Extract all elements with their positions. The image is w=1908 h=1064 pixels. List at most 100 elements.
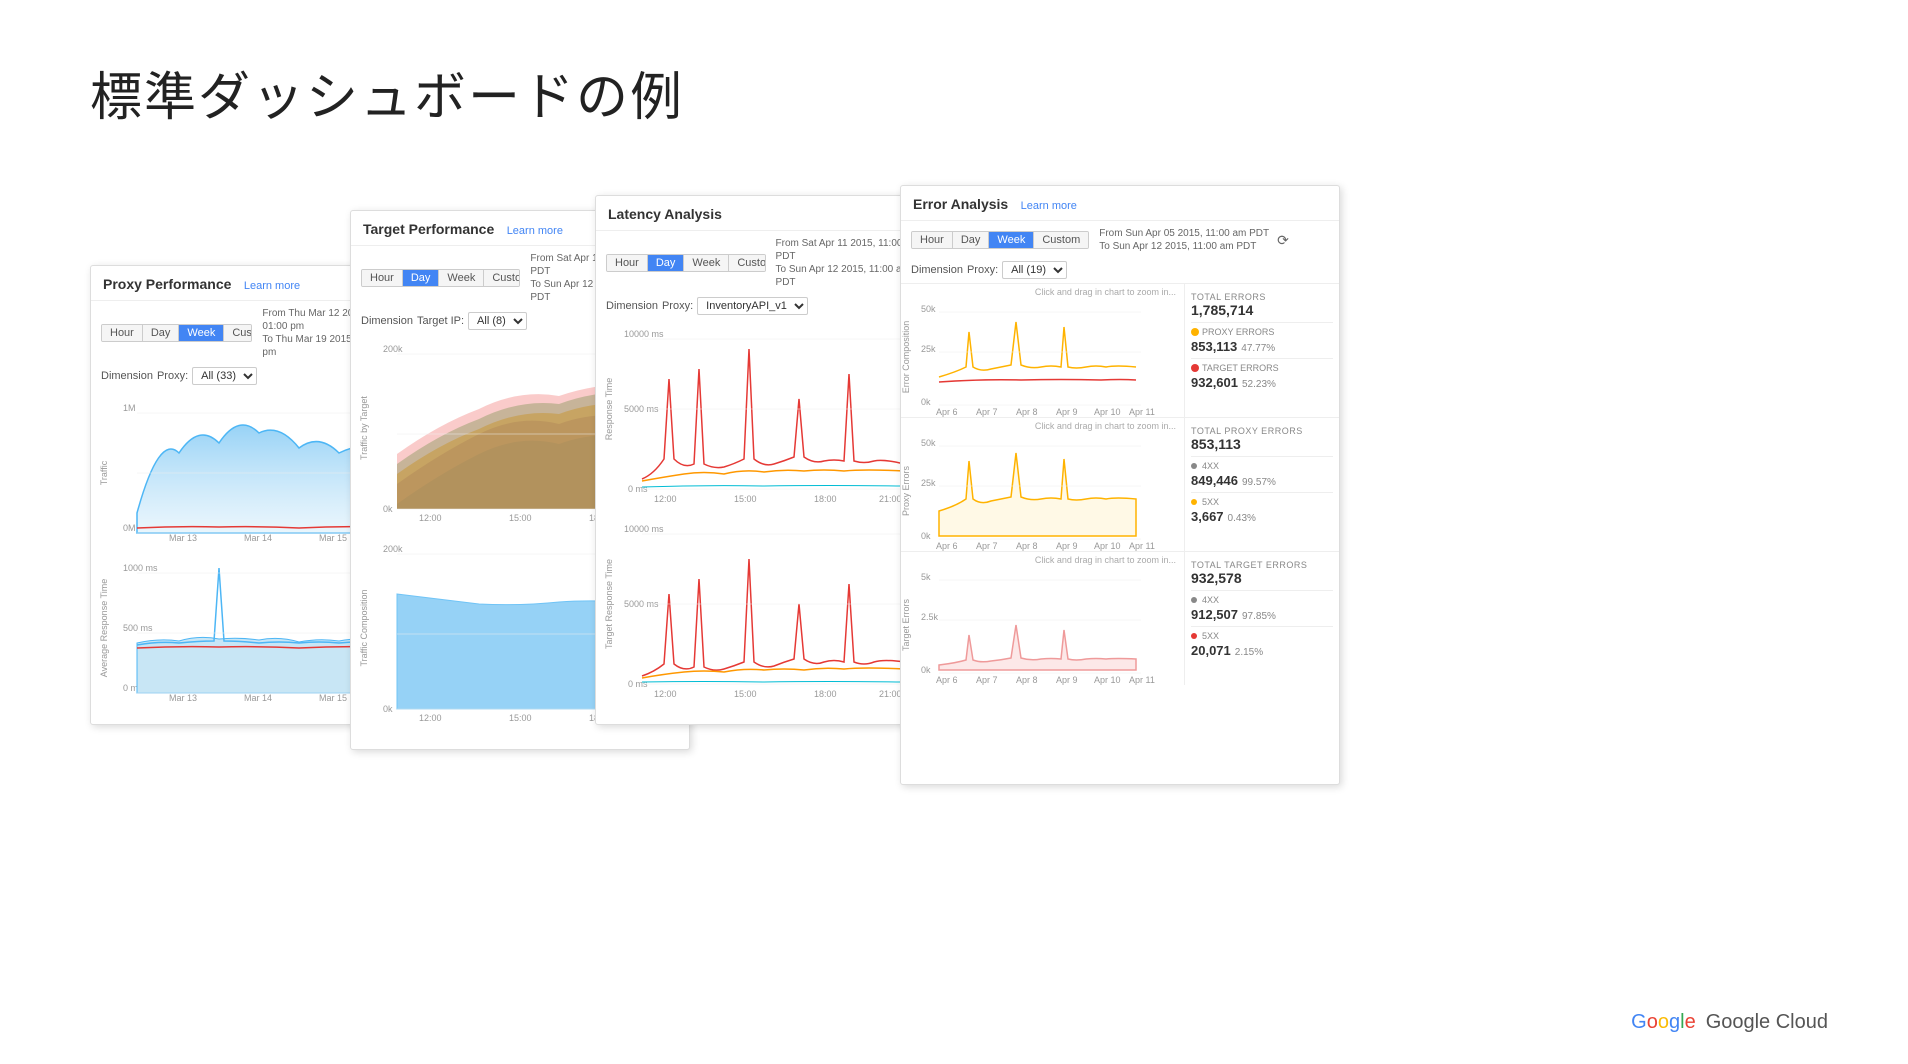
proxy-4xx-label: 4XX xyxy=(1202,461,1219,471)
svg-text:0k: 0k xyxy=(921,531,931,541)
target-errors-value: 932,601 xyxy=(1191,375,1238,390)
svg-text:Traffic Composition: Traffic Composition xyxy=(359,589,369,666)
proxy-errors-dot xyxy=(1191,328,1199,336)
svg-text:200k: 200k xyxy=(383,344,403,354)
page-title: 標準ダッシュボードの例 xyxy=(90,55,684,130)
svg-text:15:00: 15:00 xyxy=(509,513,532,522)
svg-text:Apr 8: Apr 8 xyxy=(1016,407,1038,417)
svg-text:Apr 6: Apr 6 xyxy=(936,541,958,551)
error-tab-day[interactable]: Day xyxy=(953,232,990,248)
svg-text:Apr 10: Apr 10 xyxy=(1094,541,1121,551)
error-refresh-icon[interactable]: ⟳ xyxy=(1277,232,1289,249)
error-dimension-select[interactable]: All (19) xyxy=(1002,261,1067,279)
error-composition-chart-area: Click and drag in chart to zoom in... Er… xyxy=(901,284,1184,417)
svg-text:21:00: 21:00 xyxy=(879,689,902,699)
target-tab-custom[interactable]: Custom xyxy=(484,270,520,286)
proxy-4xx-value: 849,446 xyxy=(1191,473,1238,488)
svg-text:0k: 0k xyxy=(383,704,393,714)
total-errors-label: TOTAL ERRORS xyxy=(1191,292,1333,302)
svg-text:Mar 14: Mar 14 xyxy=(244,693,272,703)
total-proxy-errors-value: 853,113 xyxy=(1191,436,1333,452)
svg-text:50k: 50k xyxy=(921,438,936,448)
target-tab-day[interactable]: Day xyxy=(403,270,440,286)
target-4xx-value: 912,507 xyxy=(1191,607,1238,622)
proxy-time-tabs: Hour Day Week Custom xyxy=(101,324,252,342)
target-errors-stats: TOTAL TARGET ERRORS 932,578 4XX 912,507 … xyxy=(1184,552,1339,685)
latency-time-tabs: Hour Day Week Custom xyxy=(606,254,766,272)
error-tab-custom[interactable]: Custom xyxy=(1034,232,1088,248)
error-tab-week[interactable]: Week xyxy=(989,232,1034,248)
proxy-dimension-select[interactable]: All (33) xyxy=(192,367,257,385)
svg-text:15:00: 15:00 xyxy=(509,713,532,722)
total-target-errors-label: TOTAL TARGET ERRORS xyxy=(1191,560,1333,570)
proxy-dimension-label: Dimension xyxy=(101,370,153,382)
proxy-5xx-label: 5XX xyxy=(1202,497,1219,507)
svg-text:Apr 9: Apr 9 xyxy=(1056,407,1078,417)
target-5xx-pct: 2.15% xyxy=(1235,647,1263,658)
target-4xx-pct: 97.85% xyxy=(1242,611,1276,622)
target-errors-chart-area: Click and drag in chart to zoom in... Ta… xyxy=(901,552,1184,685)
latency-dimension-select[interactable]: InventoryAPI_v1 xyxy=(697,297,808,315)
svg-text:Apr 11: Apr 11 xyxy=(1129,541,1155,551)
proxy-tab-hour[interactable]: Hour xyxy=(102,325,143,341)
error-analysis-card: Error Analysis Learn more Hour Day Week … xyxy=(900,185,1340,785)
target-errors-label-stat: TARGET ERRORS xyxy=(1202,363,1279,373)
target-dimension-label: Dimension xyxy=(361,315,413,327)
svg-text:0k: 0k xyxy=(383,504,393,514)
latency-tab-week[interactable]: Week xyxy=(684,255,729,271)
svg-text:Proxy Errors: Proxy Errors xyxy=(901,466,911,517)
target-dimension-name: Target IP: xyxy=(417,315,464,327)
latency-card-title: Latency Analysis xyxy=(608,206,722,222)
error-hint-1: Click and drag in chart to zoom in... xyxy=(901,284,1184,297)
svg-text:Error Composition: Error Composition xyxy=(901,321,911,394)
svg-text:Traffic: Traffic xyxy=(99,460,109,485)
error-date-range: From Sun Apr 05 2015, 11:00 am PDT To Su… xyxy=(1099,227,1269,253)
target-5xx-value: 20,071 xyxy=(1191,643,1231,658)
svg-text:Mar 15: Mar 15 xyxy=(319,533,347,543)
proxy-errors-label: PROXY ERRORS xyxy=(1202,327,1274,337)
latency-dimension-label: Dimension xyxy=(606,300,658,312)
latency-tab-custom[interactable]: Custom xyxy=(729,255,765,271)
proxy-tab-custom[interactable]: Custom xyxy=(224,325,252,341)
svg-text:15:00: 15:00 xyxy=(734,494,757,504)
proxy-4xx-dot xyxy=(1191,463,1197,469)
google-e-letter: e xyxy=(1685,1011,1696,1033)
target-errors-dot xyxy=(1191,364,1199,372)
total-proxy-errors-label: TOTAL PROXY ERRORS xyxy=(1191,426,1333,436)
target-learn-more[interactable]: Learn more xyxy=(507,225,563,237)
svg-text:18:00: 18:00 xyxy=(814,494,837,504)
svg-text:10000 ms: 10000 ms xyxy=(624,329,664,339)
target-tab-hour[interactable]: Hour xyxy=(362,270,403,286)
latency-tab-hour[interactable]: Hour xyxy=(607,255,648,271)
error-composition-section: Click and drag in chart to zoom in... Er… xyxy=(901,283,1339,417)
svg-text:Average Response Time: Average Response Time xyxy=(99,579,109,677)
svg-text:12:00: 12:00 xyxy=(419,513,442,522)
error-learn-more[interactable]: Learn more xyxy=(1021,200,1077,212)
svg-text:Apr 9: Apr 9 xyxy=(1056,541,1078,551)
proxy-tab-week[interactable]: Week xyxy=(179,325,224,341)
target-dimension-select[interactable]: All (8) xyxy=(468,312,527,330)
svg-text:0k: 0k xyxy=(921,397,931,407)
svg-text:Apr 11: Apr 11 xyxy=(1129,407,1155,417)
error-composition-stats: TOTAL ERRORS 1,785,714 PROXY ERRORS 853,… xyxy=(1184,284,1339,417)
svg-text:50k: 50k xyxy=(921,304,936,314)
svg-text:Apr 6: Apr 6 xyxy=(936,675,958,685)
latency-tab-day[interactable]: Day xyxy=(648,255,685,271)
svg-text:200k: 200k xyxy=(383,544,403,554)
svg-text:Mar 14: Mar 14 xyxy=(244,533,272,543)
proxy-5xx-pct: 0.43% xyxy=(1228,513,1256,524)
svg-text:18:00: 18:00 xyxy=(814,689,837,699)
svg-text:0M: 0M xyxy=(123,523,136,533)
error-tab-hour[interactable]: Hour xyxy=(912,232,953,248)
error-time-tabs: Hour Day Week Custom xyxy=(911,231,1089,249)
google-cloud-logo: Google Google Cloud xyxy=(1631,1011,1828,1034)
svg-text:Apr 8: Apr 8 xyxy=(1016,541,1038,551)
target-5xx-dot xyxy=(1191,633,1197,639)
total-target-errors-value: 932,578 xyxy=(1191,570,1333,586)
svg-text:Mar 15: Mar 15 xyxy=(319,693,347,703)
target-tab-week[interactable]: Week xyxy=(439,270,484,286)
proxy-learn-more[interactable]: Learn more xyxy=(244,280,300,292)
google-text: Google xyxy=(1631,1011,1696,1034)
proxy-tab-day[interactable]: Day xyxy=(143,325,180,341)
svg-text:12:00: 12:00 xyxy=(654,494,677,504)
